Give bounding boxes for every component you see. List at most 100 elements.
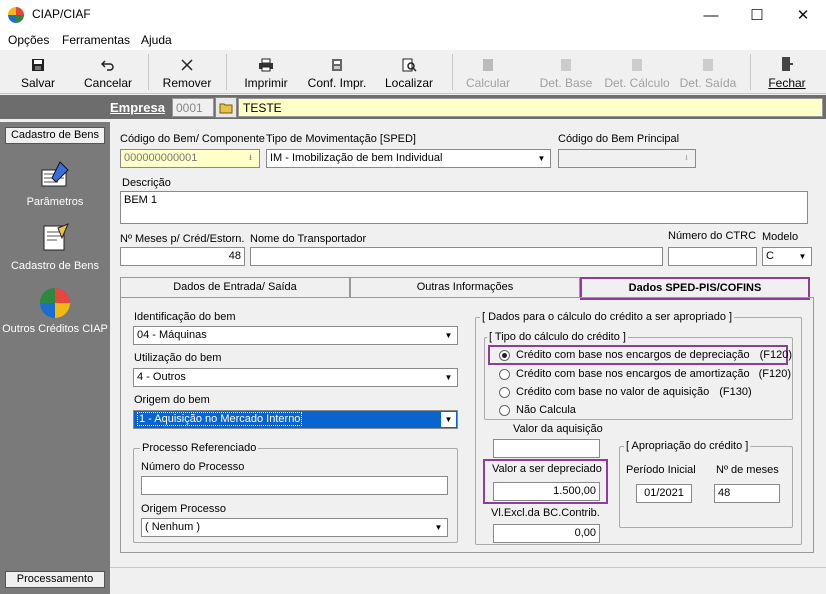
salvar-label: Salvar [20,76,55,90]
remover-button[interactable]: Remover [160,52,214,92]
radio-aquisicao-label: Crédito com base no valor de aquisição [516,386,710,398]
vl-excl-label: Vl.Excl.da BC.Contrib. [491,507,600,519]
printer-config-icon [332,59,342,71]
origem-select[interactable]: 1 - Aquisição no Mercado Interno ▼ [133,410,458,429]
codigo-principal-field[interactable]: ⭳ [558,149,696,168]
processo-group-title: Processo Referenciado [140,442,259,454]
transportador-field[interactable] [250,247,663,266]
radio-amortizacao[interactable]: Crédito com base nos encargos de amortiz… [499,368,791,380]
printer-icon [259,58,273,72]
toolbar-separator [148,54,149,90]
sidebar-item-outros-creditos[interactable]: Outros Créditos CIAP [0,323,110,335]
menu-ajuda[interactable]: Ajuda [141,33,172,47]
radio-aquisicao[interactable]: Crédito com base no valor de aquisição (… [499,386,752,398]
sidebar-processamento[interactable]: Processamento [5,571,105,588]
empresa-name-field[interactable]: TESTE [238,98,823,117]
radio-nao-calcula[interactable]: Não Calcula [499,404,576,416]
cadastro-bens-icon [38,222,72,257]
det-base-button[interactable]: Det. Base [538,52,594,92]
radio-icon [499,368,510,380]
descricao-field[interactable]: BEM 1 [120,191,808,224]
tipo-mov-select[interactable]: IM - Imobilização de bem Individual ▼ [266,149,551,168]
num-processo-field[interactable] [141,476,448,495]
meses-field[interactable]: 48 [120,247,245,266]
sidebar-tab-cadastro[interactable]: Cadastro de Bens [5,127,105,144]
origem-processo-label: Origem Processo [141,503,226,515]
conf-impr-label: Conf. Impr. [307,76,367,90]
minimize-button[interactable]: — [688,0,734,30]
ctrc-label: Número do CTRC [668,230,757,242]
utilizacao-select[interactable]: 4 - Outros ▼ [133,368,458,387]
toolbar-separator [452,54,453,90]
transportador-label: Nome do Transportador [250,233,367,245]
origem-value: 1 - Aquisição no Mercado Interno [137,412,303,426]
meses-label: Nº Meses p/ Créd/Estorn. [120,233,245,245]
chevron-down-icon: ▼ [795,249,810,264]
tipo-mov-value: IM - Imobilização de bem Individual [270,152,443,164]
toolbar-separator [226,54,227,90]
empresa-code-field[interactable]: 0001 [172,98,214,117]
menu-ferramentas[interactable]: Ferramentas [62,33,130,47]
modelo-value: C [766,250,774,262]
fechar-button[interactable]: Fechar [764,52,810,92]
radio-icon [499,404,510,416]
det-saida-button[interactable]: Det. Saída [678,52,738,92]
cancelar-button[interactable]: Cancelar [80,52,136,92]
vl-excl-field[interactable]: 0,00 [493,524,600,543]
door-exit-icon [782,57,793,71]
identificacao-select[interactable]: 04 - Máquinas ▼ [133,326,458,345]
valor-aquisicao-field[interactable] [493,439,600,458]
radio-aquisicao-code: (F130) [719,386,752,398]
lookup-icon[interactable]: ⭳ [679,151,694,166]
det-calculo-button[interactable]: Det. Cálculo [602,52,672,92]
origem-processo-select[interactable]: ( Nenhum ) ▼ [141,518,448,537]
conf-impr-button[interactable]: Conf. Impr. [304,52,370,92]
app-icon [8,7,24,23]
chevron-down-icon: ▼ [441,328,456,343]
sidebar-item-parametros[interactable]: Parâmetros [0,196,110,208]
chevron-down-icon: ▼ [534,151,549,166]
lookup-icon[interactable]: ⭳ [243,151,258,166]
status-separator [110,567,826,568]
tab-dados-entrada-saida[interactable]: Dados de Entrada/ Saída [120,277,350,297]
calcular-button[interactable]: Calcular [462,52,514,92]
nmeses-field[interactable]: 48 [714,484,780,503]
ctrc-field[interactable] [668,247,757,266]
tipo-calculo-title: [ Tipo do cálculo do crédito ] [487,331,628,343]
valor-aquisicao-label: Valor da aquisição [513,423,603,435]
toolbar-separator [750,54,751,90]
salvar-button[interactable]: Salvar [14,52,62,92]
radio-depreciacao[interactable]: Crédito com base nos encargos de depreci… [499,349,792,361]
fechar-label: Fechar [768,76,806,90]
find-icon [402,58,417,72]
radio-selected-icon [499,349,510,361]
sidebar-item-cadastro-bens[interactable]: Cadastro de Bens [0,260,110,272]
chevron-down-icon: ▼ [431,520,446,535]
codigo-bem-field[interactable]: 000000000001 ⭳ [120,149,260,168]
origem-label: Origem do bem [134,394,210,406]
parametros-icon [38,160,72,193]
calcular-label: Calcular [465,76,510,90]
periodo-inicial-field[interactable]: 01/2021 [636,484,692,503]
maximize-button[interactable]: ☐ [734,0,780,30]
radio-amortizacao-label: Crédito com base nos encargos de amortiz… [516,368,750,380]
tipo-mov-label: Tipo de Movimentação [SPED] [266,133,416,145]
cancelar-label: Cancelar [83,76,133,90]
imprimir-button[interactable]: Imprimir [240,52,292,92]
close-button[interactable]: ✕ [780,0,826,30]
identificacao-label: Identificação do bem [134,311,236,323]
detail-calc-icon [632,59,642,71]
localizar-button[interactable]: Localizar [382,52,436,92]
open-folder-button[interactable] [215,97,237,118]
valor-depreciado-field[interactable]: 1.500,00 [493,482,600,501]
window-title: CIAP/CIAF [32,7,91,21]
menu-opcoes[interactable]: Opções [8,33,49,47]
utilizacao-label: Utilização do bem [134,352,222,364]
identificacao-value: 04 - Máquinas [137,329,207,341]
folder-icon [219,103,233,113]
codigo-bem-label: Código do Bem/ Componente [120,133,265,145]
remove-icon [181,59,193,71]
chevron-down-icon: ▼ [441,412,456,427]
tab-outras-informacoes[interactable]: Outras Informações [350,277,580,297]
modelo-select[interactable]: C ▼ [762,247,812,266]
